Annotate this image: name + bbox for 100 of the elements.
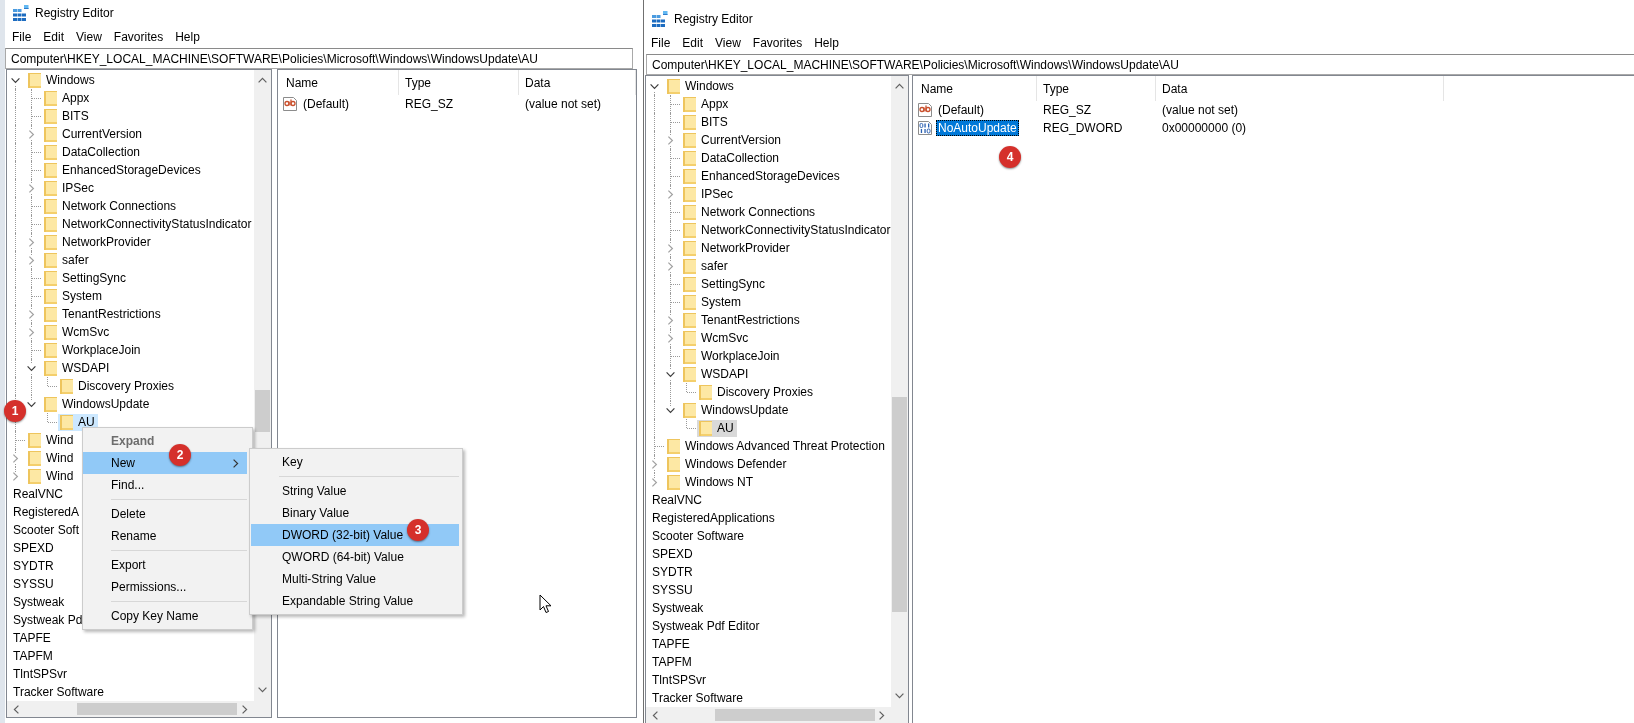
tree-item[interactable]: RealVNC bbox=[11, 485, 66, 503]
tree-item[interactable]: WSDAPI bbox=[42, 359, 113, 377]
tree-item[interactable]: TAPFM bbox=[11, 647, 56, 665]
scrollbar-thumb[interactable] bbox=[892, 397, 907, 612]
tree-item[interactable]: Windows bbox=[26, 71, 98, 89]
scrollbar-thumb[interactable] bbox=[255, 390, 270, 432]
tree-item[interactable]: Scooter Soft bbox=[11, 521, 83, 539]
chevron-down-icon[interactable] bbox=[665, 405, 675, 415]
tree-item[interactable]: NetworkConnectivityStatusIndicator bbox=[681, 221, 894, 239]
tree-item[interactable]: Appx bbox=[681, 95, 732, 113]
chevron-down-icon[interactable] bbox=[895, 693, 904, 699]
menu-bar-item[interactable]: Help bbox=[169, 28, 206, 46]
menu-bar-item[interactable]: Favorites bbox=[746, 34, 809, 52]
tree-item[interactable]: SPEXD bbox=[11, 539, 57, 557]
value-name[interactable]: (Default) bbox=[936, 102, 986, 118]
tree-item[interactable]: Systweak bbox=[650, 599, 707, 617]
chevron-left-icon[interactable] bbox=[13, 704, 19, 714]
scrollbar-thumb[interactable] bbox=[77, 703, 237, 715]
tree-item[interactable]: TenantRestrictions bbox=[42, 305, 164, 323]
value-name[interactable]: NoAutoUpdate bbox=[936, 120, 1019, 136]
column-header[interactable]: Name bbox=[278, 70, 399, 95]
flyout-menu-item[interactable]: Expandable String Value bbox=[251, 590, 459, 612]
tree-item[interactable]: RealVNC bbox=[650, 491, 705, 509]
menu-bar-item[interactable]: Help bbox=[808, 34, 845, 52]
tree-item[interactable]: Scooter Software bbox=[650, 527, 748, 545]
tree-item[interactable]: BITS bbox=[42, 107, 92, 125]
tree-item[interactable]: TenantRestrictions bbox=[681, 311, 803, 329]
column-header[interactable]: Type bbox=[399, 70, 519, 95]
tree-item[interactable]: Windows Defender bbox=[665, 455, 790, 473]
tree-item[interactable]: SYSSU bbox=[11, 575, 57, 593]
tree-item[interactable]: WindowsUpdate bbox=[681, 401, 792, 419]
chevron-down-icon[interactable] bbox=[26, 399, 36, 409]
tree-item[interactable]: TAPFE bbox=[650, 635, 693, 653]
tree-item[interactable]: WcmSvc bbox=[42, 323, 113, 341]
tree-item[interactable]: Appx bbox=[42, 89, 93, 107]
scrollbar-thumb[interactable] bbox=[715, 709, 875, 721]
chevron-right-icon[interactable] bbox=[879, 710, 885, 720]
tree-item[interactable]: SettingSync bbox=[42, 269, 130, 287]
menu-bar-item[interactable]: Edit bbox=[37, 28, 71, 46]
tree-item[interactable]: SettingSync bbox=[681, 275, 769, 293]
context-menu-item[interactable]: Copy Key Name bbox=[83, 605, 247, 627]
tree-item[interactable]: WorkplaceJoin bbox=[42, 341, 144, 359]
tree-item[interactable]: WindowsUpdate bbox=[42, 395, 153, 413]
column-header[interactable]: Name bbox=[913, 76, 1037, 101]
chevron-right-icon[interactable] bbox=[233, 458, 239, 468]
tree-item[interactable]: RegisteredA bbox=[11, 503, 83, 521]
flyout-menu-item[interactable]: QWORD (64-bit) Value bbox=[251, 546, 459, 568]
tree-item[interactable]: TAPFE bbox=[11, 629, 54, 647]
column-header[interactable]: Type bbox=[1037, 76, 1156, 101]
tree-item[interactable]: SYDTR bbox=[650, 563, 696, 581]
menu-bar-item[interactable]: View bbox=[709, 34, 747, 52]
flyout-menu-item[interactable]: Key bbox=[251, 451, 459, 473]
tree-item[interactable]: Tracker Software bbox=[11, 683, 107, 701]
tree-item[interactable]: RegisteredApplications bbox=[650, 509, 778, 527]
tree-item[interactable]: Windows bbox=[665, 77, 737, 95]
column-header[interactable]: Data bbox=[519, 70, 636, 95]
menu-bar-item[interactable]: File bbox=[645, 34, 677, 52]
menu-bar-item[interactable]: View bbox=[70, 28, 108, 46]
context-menu-item[interactable]: Export bbox=[83, 554, 247, 576]
tree-item[interactable]: AU bbox=[697, 419, 737, 437]
chevron-down-icon[interactable] bbox=[649, 81, 659, 91]
tree-item[interactable]: Systweak Pd bbox=[11, 611, 86, 629]
menu-bar-item[interactable]: File bbox=[6, 28, 38, 46]
tree-item[interactable]: EnhancedStorageDevices bbox=[681, 167, 843, 185]
tree-item[interactable]: EnhancedStorageDevices bbox=[42, 161, 204, 179]
tree-item[interactable]: WcmSvc bbox=[681, 329, 752, 347]
tree-item[interactable]: NetworkConnectivityStatusIndicator bbox=[42, 215, 255, 233]
tree-item[interactable]: WSDAPI bbox=[681, 365, 752, 383]
chevron-up-icon[interactable] bbox=[258, 77, 267, 83]
tree-item[interactable]: Tracker Software bbox=[650, 689, 746, 707]
value-name[interactable]: (Default) bbox=[301, 96, 351, 112]
tree-item[interactable]: TAPFM bbox=[650, 653, 695, 671]
tree-item[interactable]: AU bbox=[58, 413, 98, 431]
tree-item[interactable]: System bbox=[42, 287, 105, 305]
tree-item[interactable]: Systweak bbox=[11, 593, 68, 611]
tree-item[interactable]: Discovery Proxies bbox=[697, 383, 817, 401]
tree-item[interactable]: SYDTR bbox=[11, 557, 57, 575]
chevron-down-icon[interactable] bbox=[665, 369, 675, 379]
tree-item[interactable]: NetworkProvider bbox=[681, 239, 793, 257]
tree-item[interactable]: TlntSPSvr bbox=[11, 665, 70, 683]
tree-item[interactable]: Network Connections bbox=[681, 203, 819, 221]
tree-item[interactable]: Discovery Proxies bbox=[58, 377, 178, 395]
tree-item[interactable]: Systweak Pdf Editor bbox=[650, 617, 763, 635]
tree-item[interactable]: TlntSPSvr bbox=[650, 671, 709, 689]
address-field[interactable]: Computer\HKEY_LOCAL_MACHINE\SOFTWARE\Policies\Microsoft\Windows\WindowsUpdate\AU bbox=[5, 48, 633, 69]
tree-item[interactable]: safer bbox=[42, 251, 92, 269]
tree-item[interactable]: Windows Advanced Threat Protection bbox=[665, 437, 888, 455]
tree-item[interactable]: System bbox=[681, 293, 744, 311]
tree-item[interactable]: Windows NT bbox=[665, 473, 756, 491]
tree-item[interactable]: Network Connections bbox=[42, 197, 180, 215]
tree-item[interactable]: Wind bbox=[26, 467, 77, 485]
tree-item[interactable]: CurrentVersion bbox=[681, 131, 785, 149]
column-header[interactable]: Data bbox=[1156, 76, 1444, 101]
chevron-down-icon[interactable] bbox=[10, 75, 20, 85]
tree-item[interactable]: BITS bbox=[681, 113, 731, 131]
flyout-menu-item[interactable]: Multi-String Value bbox=[251, 568, 459, 590]
tree-item[interactable]: SYSSU bbox=[650, 581, 696, 599]
chevron-down-icon[interactable] bbox=[258, 687, 267, 693]
chevron-down-icon[interactable] bbox=[26, 363, 36, 373]
tree-item[interactable]: CurrentVersion bbox=[42, 125, 146, 143]
